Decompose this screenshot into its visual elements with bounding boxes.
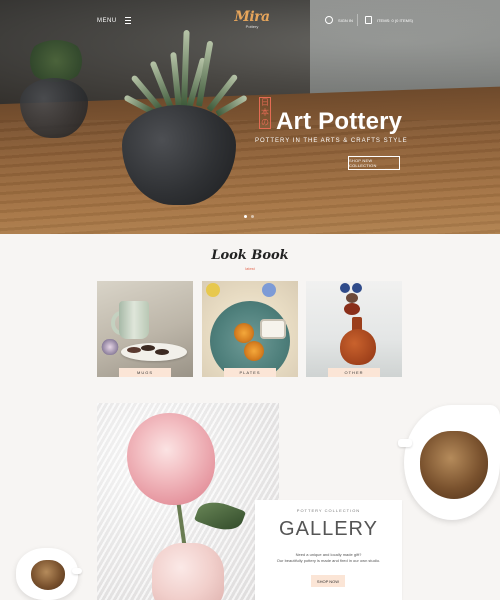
gallery-description: Our beautifully pottery is made and fire… bbox=[276, 558, 381, 563]
cup-handle bbox=[398, 439, 412, 447]
gallery-photo bbox=[97, 403, 279, 600]
cart-label: ITEMS: 0 (0 ITEMS) bbox=[377, 17, 414, 23]
lookbook-label: PLATES bbox=[224, 368, 276, 377]
heart-cup-image bbox=[16, 548, 82, 600]
slider-dots bbox=[244, 215, 254, 218]
coffee-image bbox=[420, 431, 488, 499]
background-plant bbox=[26, 40, 86, 82]
gallery-description: Need a unique and locally made gift? bbox=[295, 552, 362, 557]
account-link[interactable]: SIGN IN bbox=[325, 16, 353, 24]
mug-image bbox=[119, 301, 149, 339]
bead-image bbox=[340, 283, 350, 293]
lookbook-label: OTHER bbox=[328, 368, 380, 377]
bead-image bbox=[352, 283, 362, 293]
gallery-card: POTTERY COLLECTION GALLERY Need a unique… bbox=[255, 500, 402, 600]
logo-text: Mira bbox=[234, 9, 270, 25]
flower-image bbox=[262, 283, 276, 297]
gallery-title: GALLERY bbox=[279, 518, 378, 540]
hamburger-icon bbox=[124, 17, 131, 24]
nav-divider bbox=[357, 14, 358, 26]
bag-icon bbox=[365, 16, 372, 24]
cookie-image bbox=[141, 345, 155, 351]
cart-link[interactable]: ITEMS: 0 (0 ITEMS) bbox=[365, 16, 413, 24]
top-navigation: MENU Mira Pottery SIGN IN ITEMS: 0 (0 IT… bbox=[0, 0, 500, 40]
cream-dish-image bbox=[260, 319, 286, 339]
cup-handle bbox=[72, 568, 82, 574]
lookbook-label: MUGS bbox=[119, 368, 171, 377]
account-label: SIGN IN bbox=[338, 17, 353, 23]
hero-banner: MENU Mira Pottery SIGN IN ITEMS: 0 (0 IT… bbox=[0, 0, 500, 234]
tart-image bbox=[244, 341, 264, 361]
lookbook-card-mugs[interactable]: MUGS bbox=[97, 281, 193, 377]
pink-vase-image bbox=[152, 543, 224, 600]
gallery-kicker: POTTERY COLLECTION bbox=[296, 508, 361, 513]
logo-subtitle: Pottery bbox=[245, 24, 259, 29]
lookbook-card-other[interactable]: OTHER bbox=[306, 281, 402, 377]
hero-title: Art Pottery bbox=[276, 108, 403, 135]
tart-image bbox=[234, 323, 254, 343]
coffee-image bbox=[31, 560, 65, 590]
cookie-image bbox=[127, 347, 141, 353]
cookie-image bbox=[155, 349, 169, 355]
menu-label: MENU bbox=[97, 17, 117, 24]
menu-button[interactable]: MENU bbox=[97, 17, 131, 24]
shop-new-collection-button[interactable]: SHOP NEW COLLECTION bbox=[348, 156, 400, 170]
hero-subtitle: POTTERY IN THE ARTS & CRAFTS STYLE bbox=[255, 138, 408, 144]
lookbook-title: Look Book bbox=[211, 248, 289, 263]
slider-dot[interactable] bbox=[244, 215, 247, 218]
slider-dot[interactable] bbox=[251, 215, 254, 218]
lookbook-card-plates[interactable]: PLATES bbox=[202, 281, 298, 377]
user-icon bbox=[325, 16, 333, 24]
site-logo[interactable]: Mira Pottery bbox=[232, 10, 272, 29]
kanji-badge: 日本の bbox=[259, 97, 271, 129]
bead-image bbox=[344, 303, 360, 315]
shop-now-button[interactable]: SHOP NOW bbox=[311, 575, 345, 587]
flower-image bbox=[206, 283, 220, 297]
bead-image bbox=[346, 293, 358, 303]
rose-image bbox=[127, 413, 215, 505]
flower-image bbox=[99, 339, 121, 355]
lookbook-subtitle: latest bbox=[245, 266, 255, 271]
heart-cup-image bbox=[398, 405, 500, 520]
terracotta-vase-image bbox=[340, 329, 376, 365]
